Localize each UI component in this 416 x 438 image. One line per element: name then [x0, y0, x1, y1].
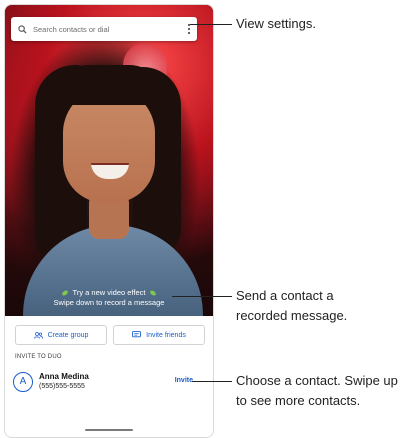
create-group-button[interactable]: Create group: [15, 325, 107, 345]
invite-section-label: INVITE TO DUO: [15, 354, 62, 360]
hair-top: [55, 65, 163, 105]
contact-phone: (555)555-5555: [39, 383, 85, 390]
message-callout-line: [172, 296, 232, 297]
contact-callout-line2: to see more contacts.: [236, 393, 361, 408]
drag-handle[interactable]: [85, 429, 133, 431]
search-icon: [11, 24, 33, 34]
contacts-sheet[interactable]: Create group Invite friends INVITE TO DU…: [5, 316, 213, 437]
message-callout-line2: recorded message.: [236, 308, 348, 323]
video-effect-title: Try a new video effect: [72, 288, 146, 297]
video-effect-hint[interactable]: Try a new video effect Swipe down to rec…: [5, 288, 213, 308]
settings-callout: View settings.: [236, 16, 316, 31]
group-icon: [33, 331, 43, 339]
video-effect-subtitle: Swipe down to record a message: [53, 298, 165, 307]
invite-friends-button[interactable]: Invite friends: [113, 325, 205, 345]
message-callout-line1: Send a contact a: [236, 288, 334, 303]
avatar: A: [13, 372, 33, 392]
message-icon: [132, 331, 142, 338]
effect-leaf-icon: [61, 290, 68, 296]
search-bar[interactable]: Search contacts or dial: [11, 17, 197, 41]
settings-callout-line: [190, 24, 232, 25]
contact-callout-line: [192, 381, 232, 382]
phone-screen: Search contacts or dial Try a new video …: [4, 4, 214, 438]
search-input[interactable]: Search contacts or dial: [33, 25, 181, 34]
create-group-label: Create group: [47, 331, 89, 339]
contact-callout-line1: Choose a contact. Swipe up: [236, 373, 398, 388]
effect-leaf-icon: [150, 290, 157, 296]
camera-preview[interactable]: Search contacts or dial Try a new video …: [5, 5, 213, 316]
invite-friends-label: Invite friends: [146, 331, 186, 339]
contact-row[interactable]: A Anna Medina (555)555-5555 Invite: [13, 369, 205, 397]
invite-button[interactable]: Invite: [175, 377, 193, 384]
contact-name: Anna Medina: [39, 372, 89, 381]
